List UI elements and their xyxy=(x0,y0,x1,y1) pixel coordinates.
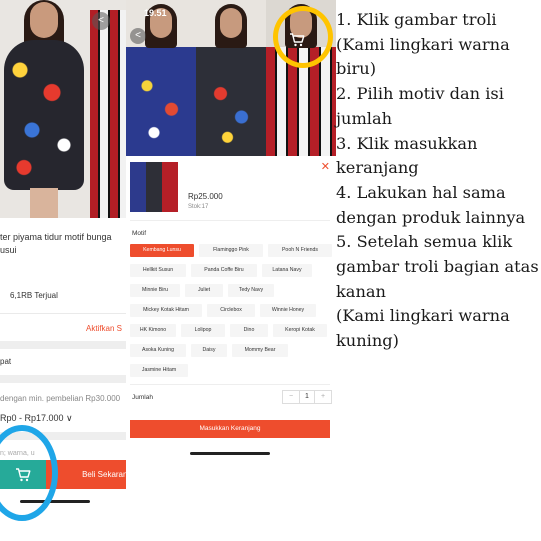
quantity-stepper: − 1 + xyxy=(282,390,332,404)
motif-option[interactable]: Flaminggo Pink xyxy=(199,244,263,257)
motif-option[interactable]: Kembang Lunsu xyxy=(130,244,194,257)
motif-option[interactable]: Latana Navy xyxy=(262,264,312,277)
left-product-screenshot: < ter piyama tidur motif bunga usui 6,1R… xyxy=(0,0,126,541)
motif-option[interactable]: Circlebox xyxy=(207,304,255,317)
quantity-label: Jumlah xyxy=(132,394,153,401)
motif-option[interactable]: Panda Coffe Biru xyxy=(191,264,257,277)
motif-option[interactable]: Mommy Bear xyxy=(232,344,288,357)
stock-count: Stok:17 xyxy=(188,204,209,210)
pattern-label: pat xyxy=(0,357,12,366)
instruction-line: 1. Klik gambar troli xyxy=(336,10,497,29)
instruction-line: dengan produk lainnya xyxy=(336,207,526,227)
variant-thumbnail xyxy=(130,162,178,212)
share-icon[interactable]: < xyxy=(92,12,110,30)
instruction-line: jumlah xyxy=(336,108,393,128)
instruction-line: (Kami lingkari warna xyxy=(336,34,510,54)
product-photo: < xyxy=(0,0,126,218)
instruction-line: (Kami lingkari warna xyxy=(336,306,510,326)
instruction-line: kuning) xyxy=(336,331,399,351)
motif-option[interactable]: Winnie Honey xyxy=(260,304,316,317)
motif-option[interactable]: Mickey Kotak Hitam xyxy=(130,304,202,317)
variant-selection-sheet: ✕ Rp25.000 Stok:17 Motif Kembang Lunsu F… xyxy=(126,156,336,460)
motif-option[interactable]: Tedy Navy xyxy=(228,284,274,297)
instruction-line: 5. Setelah semua klik xyxy=(336,232,513,252)
instruction-line: 4. Lakukan hal sama xyxy=(336,182,506,202)
instruction-line: 2. Pilih motiv dan isi xyxy=(336,84,504,104)
activate-link[interactable]: Aktifkan S xyxy=(86,324,122,333)
product-title: ter piyama tidur motif bunga usui xyxy=(0,232,112,255)
motif-option[interactable]: Jasmine Hitam xyxy=(130,364,188,377)
motif-option[interactable]: Juliet xyxy=(185,284,223,297)
status-time: 19.51 xyxy=(144,8,167,18)
sold-count: 6,1RB Terjual xyxy=(10,291,58,300)
right-variant-screenshot: 19.51 < ✕ Rp25.000 Stok:17 Motif Kembang… xyxy=(126,0,336,460)
min-purchase-text: dengan min. pembelian Rp30.000 xyxy=(0,394,121,403)
motif-option[interactable]: Dino xyxy=(230,324,268,337)
back-icon[interactable]: < xyxy=(130,28,146,44)
divider xyxy=(0,313,126,314)
home-indicator xyxy=(190,452,270,455)
add-to-cart-button[interactable]: Masukkan Keranjang xyxy=(130,420,330,438)
section-divider xyxy=(0,341,126,349)
motif-option[interactable]: Daisy xyxy=(191,344,227,357)
motif-option[interactable]: Asoka Kuning xyxy=(130,344,186,357)
instruction-line: biru) xyxy=(336,59,377,79)
minus-button[interactable]: − xyxy=(283,391,299,403)
instructions-text: 1. Klik gambar troli (Kami lingkari warn… xyxy=(336,8,541,354)
buy-now-button[interactable]: Beli Sekarang xyxy=(46,460,126,489)
motif-option[interactable]: Lolipop xyxy=(181,324,225,337)
variant-price: Rp25.000 xyxy=(188,192,223,201)
motif-option[interactable]: Hellkit Susun xyxy=(130,264,186,277)
close-icon[interactable]: ✕ xyxy=(321,160,330,173)
instruction-line: keranjang xyxy=(336,158,419,178)
motif-label: Motif xyxy=(132,230,147,237)
price-range-selector[interactable]: Rp0 - Rp17.000 ∨ xyxy=(0,413,73,424)
instruction-line: 3. Klik masukkan xyxy=(336,133,478,153)
plus-button[interactable]: + xyxy=(315,391,331,403)
divider xyxy=(130,220,330,221)
instruction-line: kanan xyxy=(336,281,386,301)
divider xyxy=(130,384,330,385)
motif-option[interactable]: HK Kimono xyxy=(130,324,176,337)
instruction-line: gambar troli bagian atas xyxy=(336,257,539,277)
yellow-highlight-circle xyxy=(273,6,333,68)
motif-option[interactable]: Minnie Biru xyxy=(130,284,180,297)
section-divider xyxy=(0,375,126,383)
motif-option[interactable]: Keropi Kotak xyxy=(273,324,327,337)
quantity-value[interactable]: 1 xyxy=(299,391,315,403)
product-photo-strip: 19.51 < xyxy=(126,0,336,156)
motif-option[interactable]: Pooh N Friends xyxy=(268,244,332,257)
